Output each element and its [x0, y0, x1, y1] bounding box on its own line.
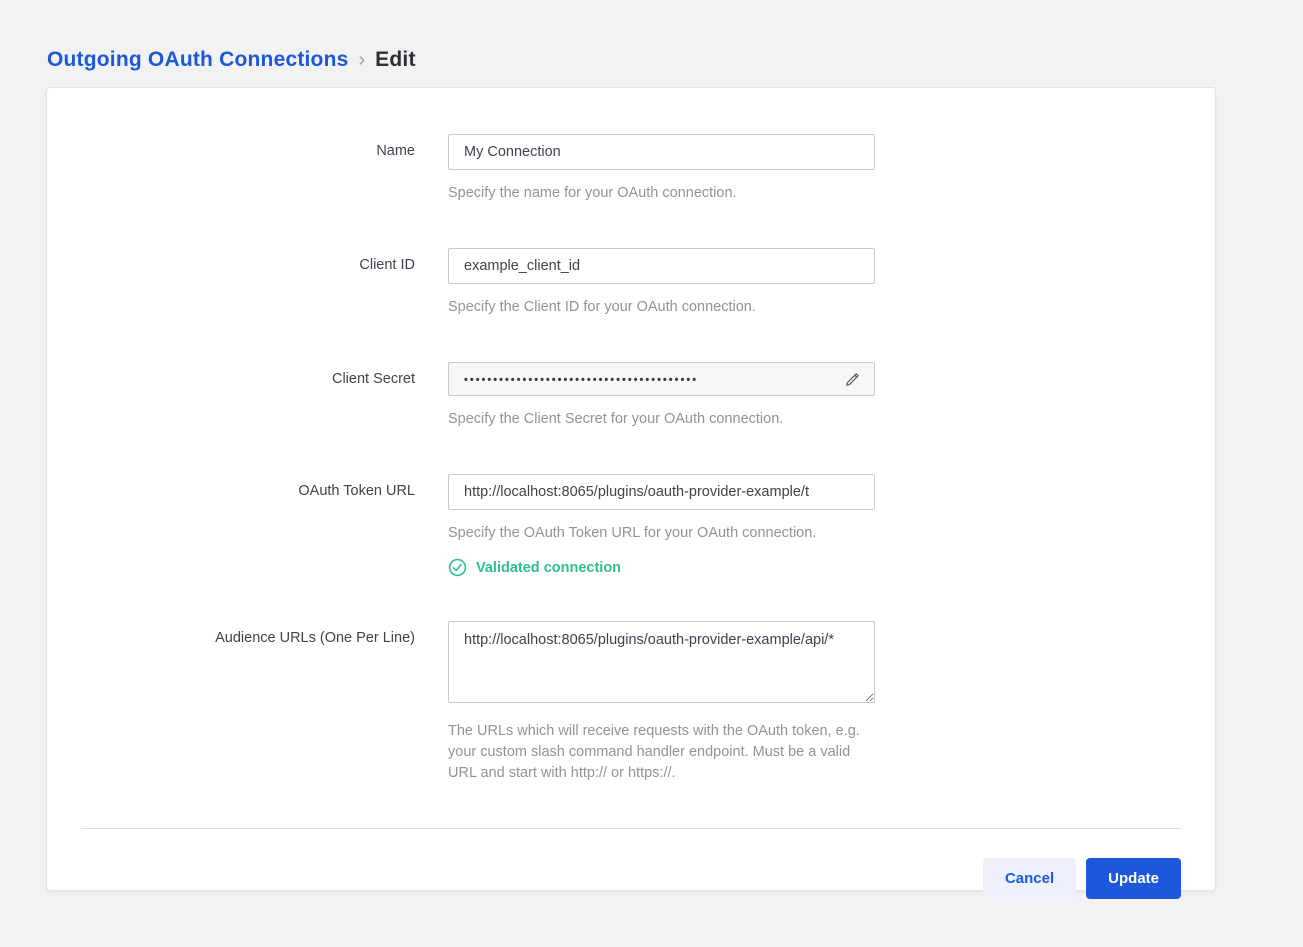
- oauth-token-url-input[interactable]: [448, 474, 875, 510]
- audience-urls-help-text: The URLs which will receive requests wit…: [448, 721, 875, 784]
- client-secret-row: Client Secret ••••••••••••••••••••••••••…: [81, 362, 1181, 430]
- page-title: Edit: [375, 48, 415, 72]
- pencil-icon: [844, 371, 861, 388]
- name-label: Name: [81, 134, 448, 204]
- breadcrumb: Outgoing OAuth Connections › Edit: [0, 0, 1303, 87]
- edit-connection-card: Name Specify the name for your OAuth con…: [46, 87, 1216, 891]
- update-button[interactable]: Update: [1086, 858, 1181, 899]
- oauth-token-url-row: OAuth Token URL Specify the OAuth Token …: [81, 474, 1181, 577]
- audience-urls-row: Audience URLs (One Per Line) The URLs wh…: [81, 621, 1181, 784]
- validated-connection-text: Validated connection: [476, 560, 621, 576]
- breadcrumb-separator-icon: ›: [359, 48, 366, 72]
- breadcrumb-link-outgoing-oauth-connections[interactable]: Outgoing OAuth Connections: [47, 48, 349, 72]
- validated-connection-status: Validated connection: [448, 558, 875, 577]
- footer-divider: [81, 828, 1181, 829]
- name-help-text: Specify the name for your OAuth connecti…: [448, 183, 875, 204]
- audience-urls-label: Audience URLs (One Per Line): [81, 621, 448, 784]
- client-id-label: Client ID: [81, 248, 448, 318]
- oauth-token-url-label: OAuth Token URL: [81, 474, 448, 577]
- client-secret-help-text: Specify the Client Secret for your OAuth…: [448, 409, 875, 430]
- client-id-row: Client ID Specify the Client ID for your…: [81, 248, 1181, 318]
- client-secret-label: Client Secret: [81, 362, 448, 430]
- cancel-button[interactable]: Cancel: [983, 858, 1076, 899]
- client-id-help-text: Specify the Client ID for your OAuth con…: [448, 297, 875, 318]
- edit-client-secret-button[interactable]: [842, 369, 863, 390]
- client-id-input[interactable]: [448, 248, 875, 284]
- client-secret-masked-value: ••••••••••••••••••••••••••••••••••••••••: [464, 372, 698, 386]
- audience-urls-textarea[interactable]: [448, 621, 875, 703]
- name-row: Name Specify the name for your OAuth con…: [81, 134, 1181, 204]
- oauth-token-url-help-text: Specify the OAuth Token URL for your OAu…: [448, 523, 875, 544]
- form-footer: Cancel Update: [81, 858, 1181, 899]
- client-secret-field: ••••••••••••••••••••••••••••••••••••••••: [448, 362, 875, 396]
- name-input[interactable]: [448, 134, 875, 170]
- check-circle-icon: [448, 558, 467, 577]
